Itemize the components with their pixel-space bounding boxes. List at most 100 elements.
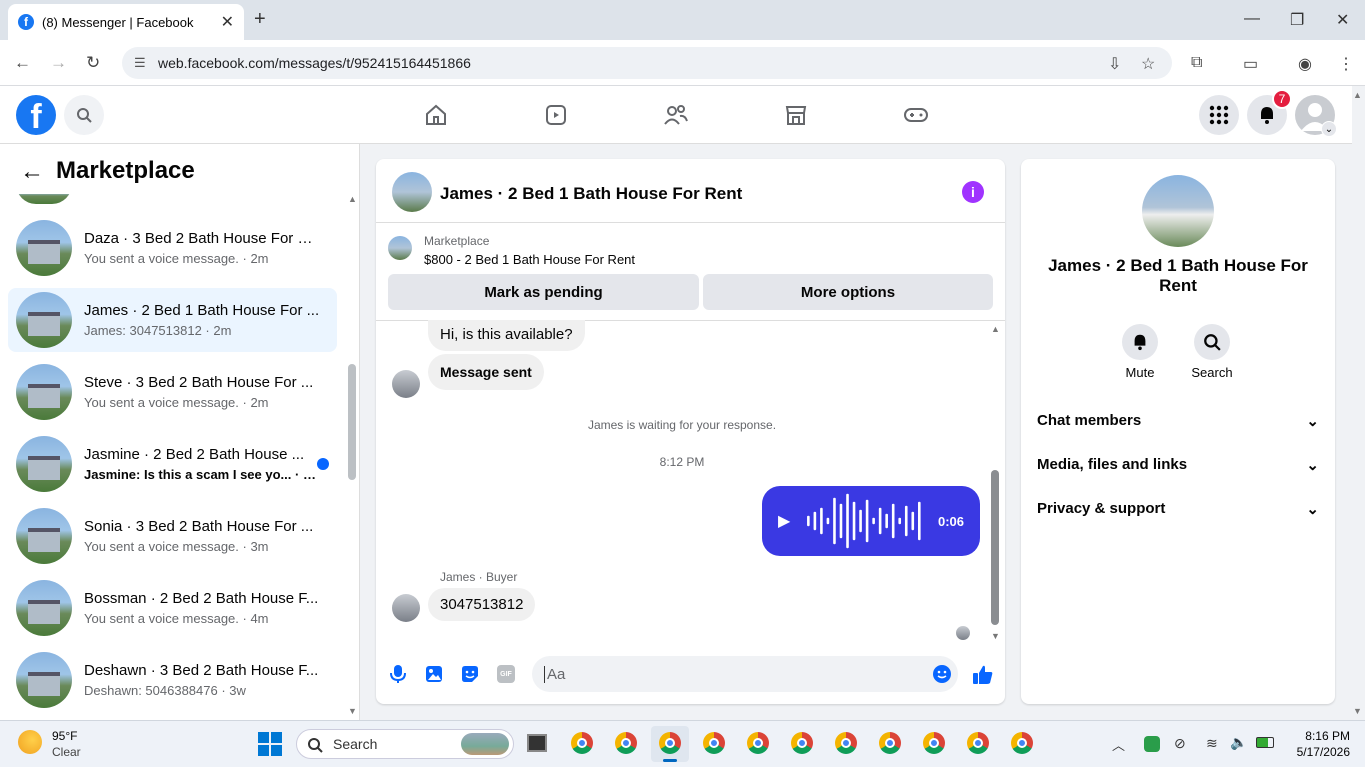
conversation-item[interactable]: Deshawn · 3 Bed 2 Bath House F... Deshawn…	[8, 648, 337, 712]
read-receipt-avatar	[956, 626, 970, 640]
sender-avatar[interactable]	[392, 370, 420, 398]
scroll-down-icon[interactable]: ▼	[991, 631, 1000, 641]
search-label: Search	[1191, 365, 1233, 380]
close-window-icon[interactable]: ✕	[1336, 10, 1349, 30]
taskbar-search[interactable]: Search	[296, 729, 514, 759]
home-icon[interactable]	[421, 100, 451, 130]
message-bubble[interactable]: Hi, is this available?	[428, 320, 585, 351]
microphone-icon[interactable]	[387, 663, 409, 685]
conversation-item[interactable]: Steve · 3 Bed 2 Bath House For ... You se…	[8, 360, 337, 424]
install-app-icon[interactable]: ⇩	[1108, 54, 1121, 74]
marketplace-icon[interactable]	[781, 100, 811, 130]
forward-icon[interactable]: →	[50, 53, 67, 73]
new-tab-icon[interactable]: +	[254, 8, 266, 31]
page-scroll-down-icon[interactable]: ▼	[1353, 706, 1362, 716]
listing-title[interactable]: $800 - 2 Bed 1 Bath House For Rent	[424, 252, 635, 267]
mute-bell-icon[interactable]	[1122, 324, 1158, 360]
site-info-icon[interactable]: ☰	[134, 55, 146, 71]
mark-as-pending-button[interactable]: Mark as pending	[388, 274, 699, 310]
conversation-item[interactable]: Sonia · 3 Bed 2 Bath House For ... You se…	[8, 504, 337, 568]
conversation-avatar	[16, 508, 72, 564]
windows-start-icon[interactable]	[258, 732, 282, 756]
conversation-avatar	[16, 220, 72, 276]
menu-grid-icon[interactable]	[1199, 95, 1239, 135]
extensions-icon[interactable]: ⧉	[1191, 54, 1202, 72]
contact-avatar[interactable]	[1142, 175, 1214, 247]
privacy-support-section[interactable]: Privacy & support ⌄	[1037, 500, 1319, 518]
conversation-item[interactable]: Daza · 3 Bed 2 Bath House For R... You se…	[8, 216, 337, 280]
chrome-taskbar-icon[interactable]	[703, 732, 725, 754]
conversation-avatar	[16, 292, 72, 348]
minimize-icon[interactable]: —	[1244, 10, 1260, 28]
sticker-icon[interactable]	[459, 663, 481, 685]
conversation-item[interactable]: Bossman · 2 Bed 2 Bath House F... You sen…	[8, 576, 337, 640]
conversation-name: Deshawn · 3 Bed 2 Bath House F...	[84, 662, 319, 679]
section-label: Privacy & support	[1037, 500, 1166, 517]
tab-search-icon[interactable]: ▭	[1243, 54, 1258, 74]
search-icon[interactable]	[1194, 324, 1230, 360]
weather-moon-icon[interactable]	[18, 730, 42, 754]
profile-icon[interactable]: ◉	[1298, 54, 1312, 74]
voice-message-bubble[interactable]: ▶ 0:06	[762, 486, 980, 556]
reload-icon[interactable]: ↻	[86, 53, 100, 73]
more-options-button[interactable]: More options	[703, 274, 993, 310]
friends-icon[interactable]	[661, 100, 691, 130]
task-view-icon[interactable]	[527, 734, 547, 752]
notification-badge: 7	[1272, 89, 1292, 109]
gaming-icon[interactable]	[901, 100, 931, 130]
message-bubble[interactable]: 3047513812	[428, 588, 536, 621]
back-icon[interactable]: ←	[14, 53, 31, 73]
chat-title[interactable]: James · 2 Bed 1 Bath House For Rent	[440, 184, 742, 204]
photo-icon[interactable]	[423, 663, 445, 685]
chevron-down-icon: ⌄	[1306, 457, 1319, 474]
sender-avatar[interactable]	[392, 594, 420, 622]
menu-dots-icon[interactable]: ⋮	[1338, 54, 1354, 74]
scroll-up-icon[interactable]: ▲	[991, 324, 1000, 334]
chrome-taskbar-icon[interactable]	[615, 732, 637, 754]
chrome-taskbar-icon[interactable]	[1011, 732, 1033, 754]
chrome-taskbar-icon[interactable]	[791, 732, 813, 754]
chrome-taskbar-icon[interactable]	[923, 732, 945, 754]
conversation-item-unread[interactable]: Jasmine · 2 Bed 2 Bath House ... Jasmine:…	[8, 432, 337, 496]
clock-time[interactable]: 8:16 PM	[1290, 729, 1350, 743]
chrome-taskbar-icon[interactable]	[835, 732, 857, 754]
page-scroll-up-icon[interactable]: ▲	[1353, 90, 1362, 100]
chat-scrollbar[interactable]	[991, 470, 999, 625]
media-files-links-section[interactable]: Media, files and links ⌄	[1037, 456, 1319, 474]
chrome-taskbar-icon[interactable]	[879, 732, 901, 754]
maximize-icon[interactable]: ❐	[1290, 10, 1304, 30]
browser-tab[interactable]: f (8) Messenger | Facebook ✕	[8, 4, 244, 40]
play-icon[interactable]: ▶	[778, 511, 790, 531]
chrome-taskbar-icon[interactable]	[747, 732, 769, 754]
tray-chevron-up-icon[interactable]: ︿	[1112, 735, 1125, 754]
chrome-taskbar-icon-active[interactable]	[659, 732, 681, 754]
gif-icon[interactable]: GIF	[495, 663, 517, 685]
conversation-item-selected[interactable]: James · 2 Bed 1 Bath House For ... James:…	[8, 288, 337, 352]
scrollbar[interactable]	[348, 364, 356, 480]
chrome-taskbar-icon[interactable]	[571, 732, 593, 754]
clock-date[interactable]: 5/17/2026	[1280, 745, 1350, 759]
volume-icon[interactable]: 🔈	[1230, 734, 1247, 751]
wifi-icon[interactable]: ≋	[1206, 735, 1218, 752]
battery-icon[interactable]	[1256, 737, 1274, 748]
chevron-down-icon[interactable]: ⌄	[1321, 121, 1337, 137]
bookmark-star-icon[interactable]: ☆	[1141, 54, 1155, 74]
chat-members-section[interactable]: Chat members ⌄	[1037, 412, 1319, 430]
scroll-up-icon[interactable]: ▲	[348, 194, 357, 204]
security-tray-icon[interactable]	[1144, 736, 1160, 752]
message-bubble[interactable]: Message sent	[428, 354, 544, 390]
close-tab-icon[interactable]: ✕	[221, 12, 234, 32]
scroll-down-icon[interactable]: ▼	[348, 706, 357, 716]
search-icon[interactable]	[64, 95, 104, 135]
chrome-taskbar-icon[interactable]	[967, 732, 989, 754]
video-icon[interactable]	[541, 100, 571, 130]
facebook-logo-icon[interactable]: f	[16, 95, 56, 135]
network-tray-icon[interactable]: ⊘	[1174, 735, 1186, 752]
info-icon[interactable]: i	[962, 181, 984, 203]
message-input[interactable]: Aa	[532, 656, 958, 692]
address-bar[interactable]: ☰ web.facebook.com/messages/t/9524151644…	[122, 47, 1172, 79]
emoji-icon[interactable]	[931, 663, 953, 685]
back-arrow-icon[interactable]: ←	[20, 158, 44, 186]
chat-avatar[interactable]	[392, 172, 432, 212]
thumbs-up-icon[interactable]	[971, 663, 995, 687]
